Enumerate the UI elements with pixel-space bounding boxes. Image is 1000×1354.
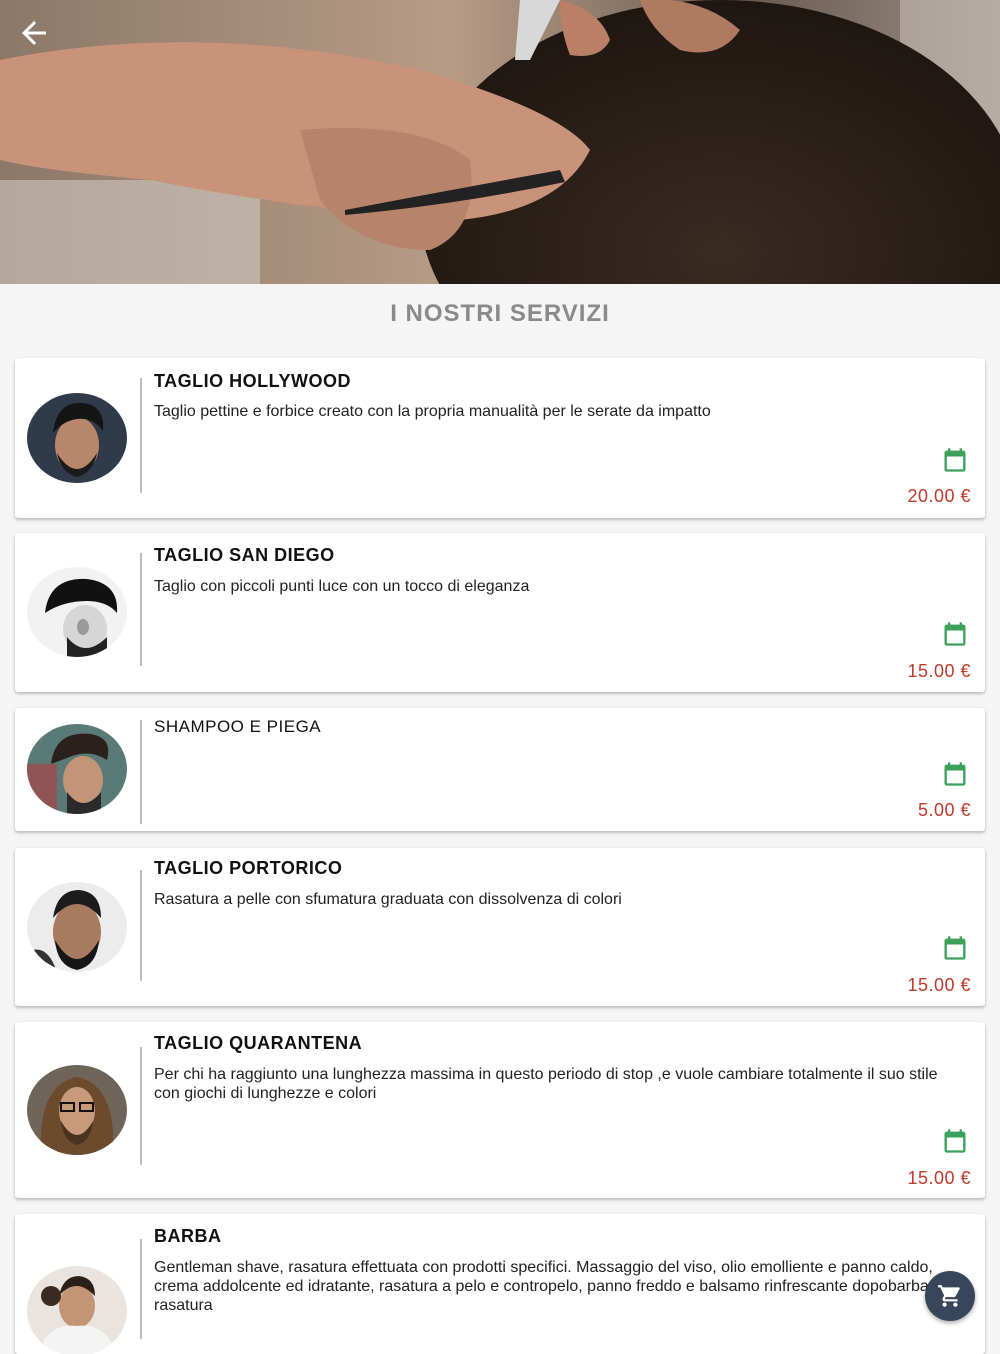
cart-button[interactable] — [925, 1271, 975, 1321]
service-card[interactable]: TAGLIO PORTORICO Rasatura a pelle con sf… — [15, 848, 985, 1006]
service-price: 20.00 € — [907, 486, 971, 506]
divider — [140, 1047, 142, 1165]
hero-image — [0, 0, 1000, 284]
arrow-left-icon — [22, 21, 46, 45]
service-title: BARBA — [154, 1226, 222, 1246]
service-card[interactable]: BARBA Gentleman shave, rasatura effettua… — [15, 1214, 985, 1354]
service-price: 5.00 € — [917, 800, 971, 820]
section-title: I NOSTRI SERVIZI — [390, 300, 610, 327]
service-card[interactable]: TAGLIO HOLLYWOOD Taglio pettine e forbic… — [15, 358, 985, 518]
service-card[interactable]: TAGLIO SAN DIEGO Taglio con piccoli punt… — [15, 533, 985, 692]
service-title: SHAMPOO E PIEGA — [154, 717, 322, 736]
service-avatar — [27, 567, 127, 657]
service-card[interactable]: SHAMPOO E PIEGA 5.00 € — [15, 708, 985, 831]
service-card[interactable]: TAGLIO QUARANTENA Per chi ha raggiunto u… — [15, 1022, 985, 1198]
divider — [140, 553, 142, 666]
service-price: 15.00 € — [907, 975, 971, 995]
divider — [140, 870, 142, 981]
service-title: TAGLIO PORTORICO — [154, 858, 343, 878]
back-button[interactable] — [8, 10, 60, 56]
service-title: TAGLIO HOLLYWOOD — [154, 371, 351, 391]
service-description: Gentleman shave, rasatura effettuata con… — [154, 1259, 964, 1314]
divider — [140, 720, 142, 824]
divider — [140, 1239, 142, 1339]
service-description: Per chi ha raggiunto una lunghezza massi… — [154, 1066, 938, 1102]
service-title: TAGLIO QUARANTENA — [154, 1033, 363, 1053]
calendar-icon[interactable] — [941, 1127, 969, 1155]
service-title: TAGLIO SAN DIEGO — [154, 545, 335, 565]
service-price: 15.00 € — [907, 661, 971, 681]
service-avatar — [27, 1065, 127, 1155]
service-avatar — [27, 724, 127, 814]
service-description: Taglio pettine e forbice creato con la p… — [154, 403, 711, 420]
service-avatar — [27, 1266, 127, 1354]
service-description: Rasatura a pelle con sfumatura graduata … — [154, 891, 622, 908]
service-avatar — [27, 393, 127, 483]
service-avatar — [27, 882, 127, 972]
calendar-icon[interactable] — [941, 934, 969, 962]
calendar-icon[interactable] — [941, 620, 969, 648]
calendar-icon[interactable] — [941, 760, 969, 788]
calendar-icon[interactable] — [941, 446, 969, 474]
service-description: Taglio con piccoli punti luce con un toc… — [154, 578, 530, 595]
shopping-cart-icon — [938, 1285, 960, 1307]
divider — [140, 378, 142, 493]
service-price: 15.00 € — [907, 1168, 971, 1188]
